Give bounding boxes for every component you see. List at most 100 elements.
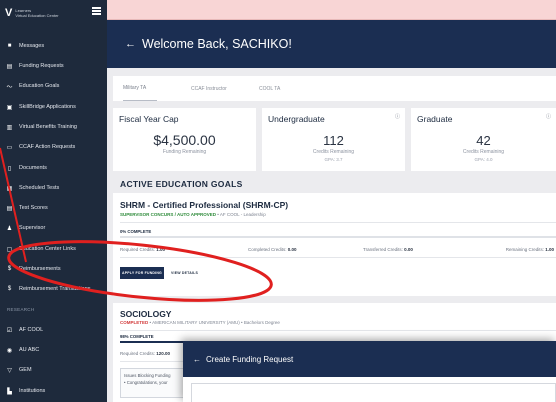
sidebar-item-label: Institutions <box>19 388 46 394</box>
sidebar-item-funding-requests[interactable]: ▤ Funding Requests <box>0 59 107 73</box>
divider <box>120 257 556 258</box>
research-section-label: RESEARCH <box>7 307 35 312</box>
progress-bar <box>120 236 556 238</box>
sidebar-item-label: AU ABC <box>19 347 40 353</box>
training-icon: ▥ <box>6 124 13 131</box>
funding-amount: $4,500.00 <box>153 132 216 148</box>
credits-remaining-label: Credits Remaining <box>312 149 355 155</box>
sidebar-item-label: Scheduled Tests <box>19 185 60 191</box>
sidebar-item-skillbridge-applications[interactable]: ▣ SkillBridge Applications <box>0 100 107 114</box>
card-title: Fiscal Year Cap <box>119 114 179 124</box>
sidebar-item-label: Messages <box>19 43 45 49</box>
required-credits: Required Credits: 1.00 <box>120 247 166 252</box>
document-icon: ▯ <box>7 165 12 172</box>
action-icon: ▭ <box>6 144 13 151</box>
sidebar-item-virtual-benefits-training[interactable]: ▥ Virtual Benefits Training <box>0 120 107 134</box>
goal-status: SUPERVISOR CONCURS / AUTO APPROVED • AF … <box>120 212 266 217</box>
logo-line2: Virtual Education Center <box>15 13 59 18</box>
sidebar-item-label: Reimbursement Transactions <box>19 286 91 292</box>
panel-header: ← Create Funding Request <box>183 341 556 377</box>
filter-icon: ▽ <box>7 367 12 374</box>
hamburger-menu-icon[interactable] <box>92 7 101 15</box>
info-icon[interactable]: ⓘ <box>395 113 400 120</box>
card-title: Graduate <box>417 114 453 124</box>
divider <box>120 330 556 331</box>
undergraduate-card: Undergraduate ⓘ 112 Credits Remaining GP… <box>262 108 405 171</box>
logo-mark-icon: V <box>5 7 13 19</box>
sidebar-item-supervisor[interactable]: ♟ Supervisor <box>0 221 107 235</box>
gpa-value: GPA: 4.0 <box>474 157 493 162</box>
remaining-credits: Remaining Credits: 1.00 <box>505 247 554 252</box>
sidebar: V Learners Virtual Education Center ■ Mes… <box>0 0 107 402</box>
sidebar-item-au-abc[interactable]: ◉ AU ABC <box>0 343 107 357</box>
top-alert-bar <box>107 0 556 20</box>
back-arrow-icon[interactable]: ← <box>125 38 136 50</box>
status-badge: COMPLETED <box>120 320 149 325</box>
sidebar-item-label: Supervisor <box>19 225 46 231</box>
sidebar-item-label: GEM <box>19 367 32 373</box>
tab-ccaf-instructor[interactable]: CCAF Instructor <box>191 76 227 101</box>
sidebar-item-ccaf-action-requests[interactable]: ▭ CCAF Action Requests <box>0 140 107 154</box>
completed-credits: Completed Credits: 0.00 <box>248 247 297 252</box>
sidebar-item-label: Education Center Links <box>19 246 76 252</box>
goal-title: SHRM - Certified Professional (SHRM-CP) <box>120 200 289 210</box>
institution-icon: ▙ <box>7 388 12 395</box>
credits-remaining-label: Credits Remaining <box>462 149 505 155</box>
sidebar-item-af-cool[interactable]: ☑ AF COOL <box>0 323 107 337</box>
sidebar-item-reimbursement-transactions[interactable]: $ Reimbursement Transactions <box>0 282 107 296</box>
goal-meta: • AMERICAN MILITARY UNIVERSITY (AMU) • B… <box>148 320 280 325</box>
trend-icon: 〜 <box>6 84 13 91</box>
sidebar-item-institutions[interactable]: ▙ Institutions <box>0 384 107 398</box>
sidebar-item-label: Virtual Benefits Training <box>19 124 77 130</box>
sidebar-item-education-center-links[interactable]: ▢ Education Center Links <box>0 242 107 256</box>
transferred-credits: Transferred Credits: 0.00 <box>363 247 413 252</box>
card-title: Undergraduate <box>268 114 325 124</box>
view-details-button[interactable]: VIEW DETAILS <box>171 267 198 279</box>
apply-for-funding-button[interactable]: APPLY FOR FUNDING <box>120 267 164 279</box>
required-credits: Required Credits: 120.00 <box>120 351 171 356</box>
back-arrow-icon[interactable]: ← <box>193 355 201 364</box>
status-badge: SUPERVISOR CONCURS / AUTO APPROVED <box>120 212 217 217</box>
sidebar-item-documents[interactable]: ▯ Documents <box>0 161 107 175</box>
section-title: ACTIVE EDUCATION GOALS <box>120 179 243 189</box>
sidebar-item-education-goals[interactable]: 〜 Education Goals <box>0 79 107 93</box>
sidebar-item-label: Test Scores <box>19 205 48 211</box>
supervisor-icon: ♟ <box>6 225 13 232</box>
logo[interactable]: V Learners Virtual Education Center <box>0 0 107 26</box>
panel-body <box>191 383 556 402</box>
briefcase-icon: ▣ <box>6 104 13 111</box>
sidebar-item-label: Funding Requests <box>19 63 64 69</box>
create-funding-request-panel: ← Create Funding Request <box>183 341 556 402</box>
funding-icon: ▤ <box>6 63 13 70</box>
tab-cool-ta[interactable]: COOL TA <box>259 76 280 101</box>
dollar-icon: $ <box>7 266 12 272</box>
sidebar-item-label: CCAF Action Requests <box>19 144 76 150</box>
fiscal-year-cap-card: Fiscal Year Cap $4,500.00 Funding Remain… <box>113 108 256 171</box>
gpa-value: GPA: 3.7 <box>324 157 343 162</box>
sidebar-item-label: SkillBridge Applications <box>19 104 76 110</box>
sidebar-item-gem[interactable]: ▽ GEM <box>0 363 107 377</box>
sidebar-item-label: AF COOL <box>19 327 44 333</box>
eye-icon: ◉ <box>6 347 13 354</box>
credits-remaining-value: 112 <box>323 133 344 148</box>
panel-title: Create Funding Request <box>206 354 294 364</box>
sidebar-item-test-scores[interactable]: ▤ Test Scores <box>0 201 107 215</box>
info-icon[interactable]: ⓘ <box>546 113 551 120</box>
sidebar-item-reimbursements[interactable]: $ Reimbursements <box>0 262 107 276</box>
goal-status: COMPLETED • AMERICAN MILITARY UNIVERSITY… <box>120 320 280 325</box>
center-icon: ▢ <box>6 246 13 253</box>
goal-meta: • AF COOL - Leadership <box>216 212 266 217</box>
sidebar-item-scheduled-tests[interactable]: ▦ Scheduled Tests <box>0 181 107 195</box>
tab-bar: Military TA CCAF Instructor COOL TA <box>113 76 556 101</box>
message-icon: ■ <box>7 43 12 49</box>
tab-military-ta[interactable]: Military TA <box>123 76 157 101</box>
calendar-icon: ▦ <box>6 185 13 192</box>
test-icon: ▤ <box>6 205 13 212</box>
graduate-card: Graduate ⓘ 42 Credits Remaining GPA: 4.0 <box>411 108 556 171</box>
goal-title: SOCIOLOGY <box>120 309 172 319</box>
check-icon: ☑ <box>6 327 13 334</box>
welcome-header: ← Welcome Back, SACHIKO! <box>107 20 556 68</box>
sidebar-item-messages[interactable]: ■ Messages <box>0 39 107 53</box>
credits-remaining-value: 42 <box>476 133 491 148</box>
sidebar-item-label: Documents <box>19 165 47 171</box>
